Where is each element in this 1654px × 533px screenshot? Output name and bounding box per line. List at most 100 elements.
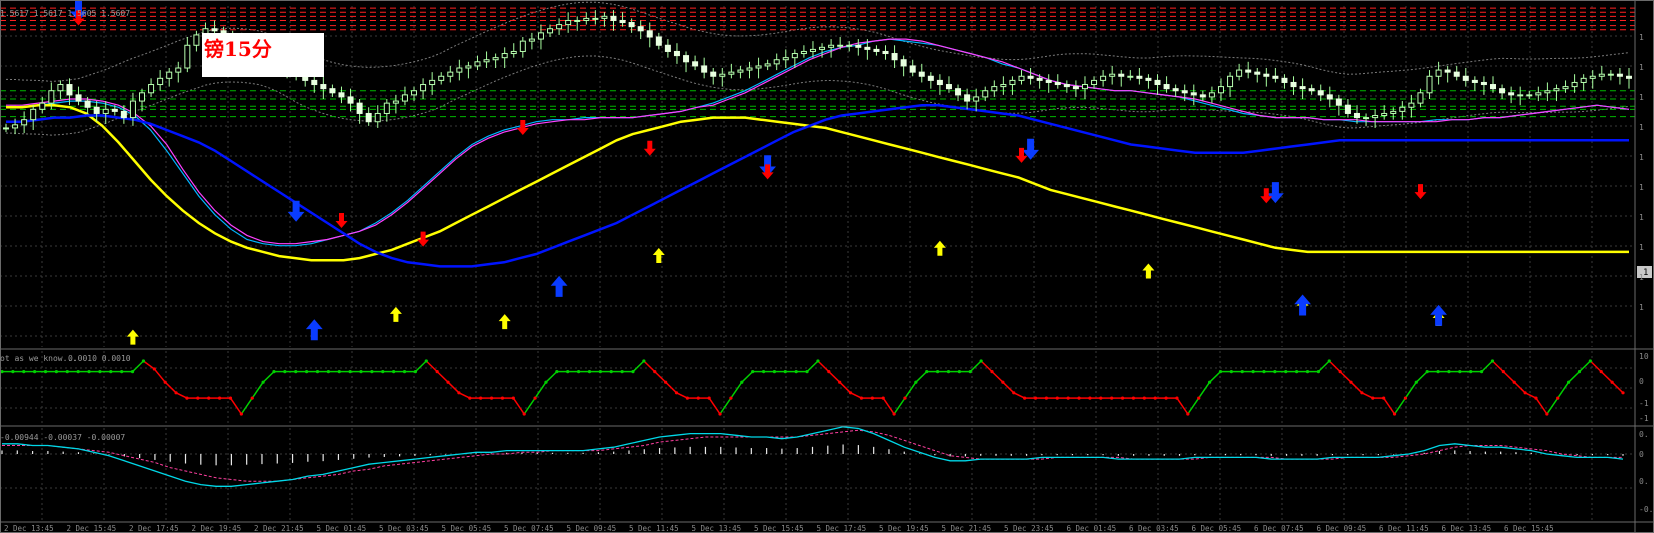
osc-dot — [805, 370, 809, 374]
candle-body — [1009, 79, 1016, 86]
osc-segment — [414, 360, 427, 373]
candle-body — [12, 124, 19, 129]
candle-body — [438, 75, 445, 81]
candle-body — [683, 55, 690, 63]
candle-body — [1045, 79, 1052, 83]
osc-dot — [1371, 396, 1375, 400]
candle-body — [1580, 77, 1587, 83]
osc-segment — [882, 397, 895, 415]
candle-body — [347, 96, 354, 104]
osc-dot — [838, 380, 842, 384]
osc-dot — [783, 370, 787, 374]
candle-body — [637, 26, 644, 32]
candle-body — [882, 50, 889, 55]
osc-segment — [1002, 381, 1015, 394]
osc-dot — [1599, 370, 1603, 374]
candle-body — [411, 90, 418, 96]
osc-dot — [631, 370, 635, 374]
candle-body — [1508, 92, 1515, 96]
osc-segment — [458, 392, 471, 399]
candle-body — [782, 57, 789, 61]
osc-dot — [990, 370, 994, 374]
osc-dot — [283, 370, 287, 374]
osc-dot — [642, 359, 646, 363]
osc-segment — [1502, 371, 1515, 383]
candle-body — [864, 46, 871, 50]
osc-dot — [881, 396, 885, 400]
osc-segment — [523, 397, 536, 415]
osc-segment — [1491, 360, 1504, 373]
candle-body — [420, 84, 427, 92]
osc-dot — [1523, 391, 1527, 395]
osc-dot — [772, 370, 777, 374]
candle-body — [383, 102, 390, 114]
osc-dot — [1012, 391, 1016, 395]
candle-body — [1489, 84, 1496, 90]
candle-body — [701, 65, 708, 73]
candle-body — [692, 61, 699, 67]
x-tick-label: 6 Dec 09:45 — [1317, 524, 1367, 533]
osc-dot — [925, 370, 929, 374]
x-tick-label: 6 Dec 15:45 — [1504, 524, 1554, 533]
osc-dot — [120, 370, 124, 374]
candle-body — [474, 61, 481, 67]
macd-values: -0.00944 -0.00037 -0.00007 — [0, 433, 125, 442]
yellow-up-arrow-icon — [933, 240, 946, 256]
osc-segment — [980, 360, 993, 373]
price-scale-label: 1 — [1639, 123, 1644, 132]
candle-body — [102, 108, 109, 114]
x-tick-label: 5 Dec 19:45 — [879, 524, 929, 533]
yellow-up-arrow-icon — [652, 248, 665, 263]
candle-body — [1072, 86, 1079, 90]
candle-body — [193, 34, 200, 46]
osc-dot — [207, 396, 211, 400]
x-tick-label: 6 Dec 05:45 — [1192, 524, 1242, 533]
yellow-up-arrow-icon — [126, 329, 139, 345]
osc-dot — [1186, 412, 1190, 416]
price-scale-label: 1 — [1639, 243, 1644, 252]
red-down-arrow-icon — [643, 140, 656, 156]
candle-body — [492, 57, 499, 61]
osc-dot — [294, 370, 298, 374]
candle-body — [1562, 86, 1569, 90]
osc-dot — [620, 370, 624, 374]
candle-body — [1272, 75, 1279, 79]
osc-dot — [1284, 370, 1288, 374]
osc-dot — [1240, 370, 1244, 374]
osc-segment — [175, 392, 188, 399]
osc-dot — [1577, 370, 1582, 374]
candle-body — [1344, 104, 1351, 114]
osc-dot — [489, 396, 494, 400]
osc-dot — [1349, 380, 1353, 384]
osc-dot — [609, 370, 613, 374]
osc-dot — [1610, 380, 1614, 384]
osc-dot — [370, 370, 374, 374]
osc-dot — [1490, 359, 1495, 363]
candle-body — [1326, 94, 1333, 100]
x-tick-label: 5 Dec 11:45 — [629, 524, 679, 533]
forex-chart: 2 Dec 13:45 2 Dec 15:45 2 Dec 17:45 2 Dec 1… — [0, 0, 1654, 533]
osc-dot — [859, 396, 864, 400]
osc-dot — [1110, 396, 1114, 400]
osc-dot — [348, 370, 352, 374]
osc-segment — [262, 371, 275, 383]
candle-body — [111, 108, 118, 112]
osc-dot — [1360, 391, 1364, 395]
candle-body — [773, 59, 780, 65]
x-tick-label: 5 Dec 03:45 — [379, 524, 429, 533]
osc-dot — [1120, 396, 1125, 400]
osc-dot — [696, 396, 700, 400]
osc-segment — [806, 360, 819, 373]
candle-body — [610, 15, 617, 21]
osc-segment — [1600, 371, 1613, 383]
osc-dot — [870, 396, 874, 400]
candle-body — [1000, 84, 1007, 88]
candle-body — [728, 71, 735, 75]
osc-segment — [708, 397, 721, 415]
osc-segment — [1187, 397, 1200, 415]
osc-dot — [87, 370, 91, 374]
x-tick-label: 5 Dec 07:45 — [504, 524, 554, 533]
x-tick-label: 6 Dec 11:45 — [1379, 524, 1429, 533]
candle-body — [1081, 84, 1088, 90]
x-tick-label: 2 Dec 21:45 — [254, 524, 304, 533]
